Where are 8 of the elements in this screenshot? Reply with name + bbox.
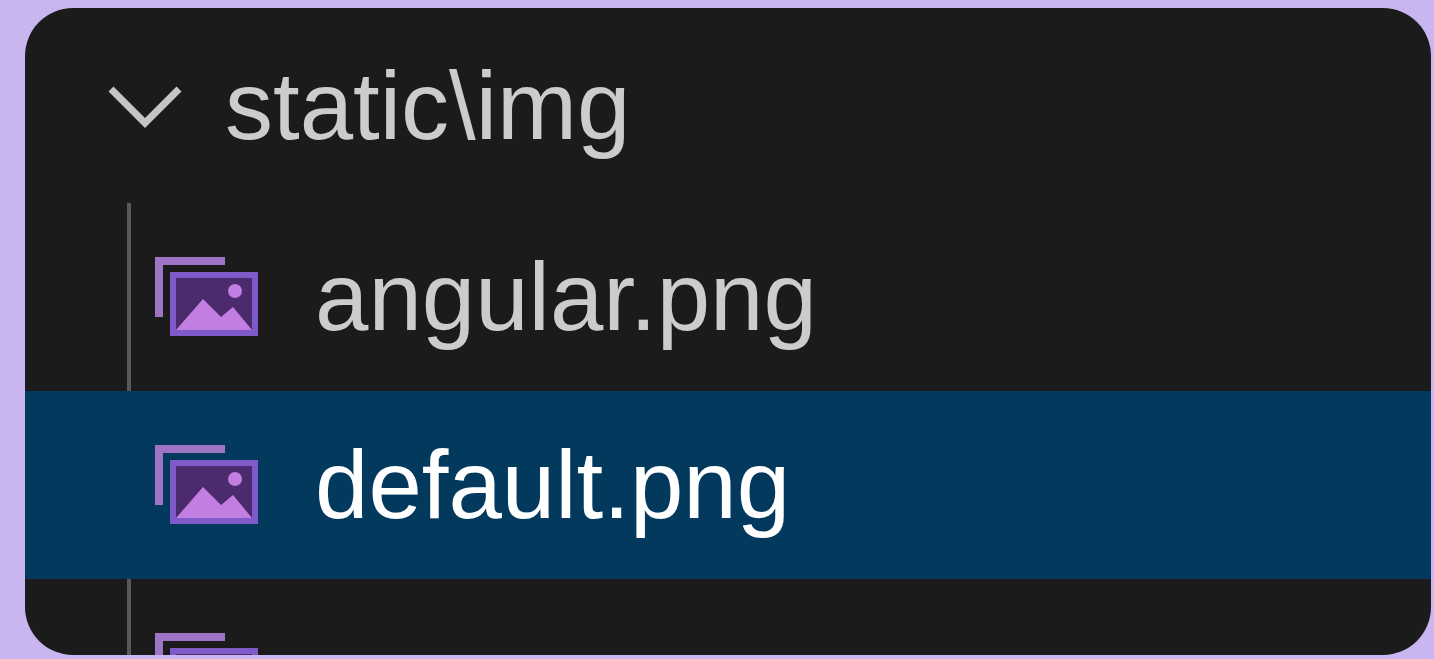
file-name: default.png: [315, 430, 791, 540]
file-row[interactable]: angular.png: [25, 203, 1431, 391]
image-file-icon: [155, 257, 260, 337]
folder-name: static\img: [225, 50, 631, 161]
image-file-icon: [155, 445, 260, 525]
file-row[interactable]: default.png: [25, 391, 1431, 579]
folder-row[interactable]: static\img: [25, 8, 1431, 203]
file-name: angular.png: [315, 242, 817, 352]
